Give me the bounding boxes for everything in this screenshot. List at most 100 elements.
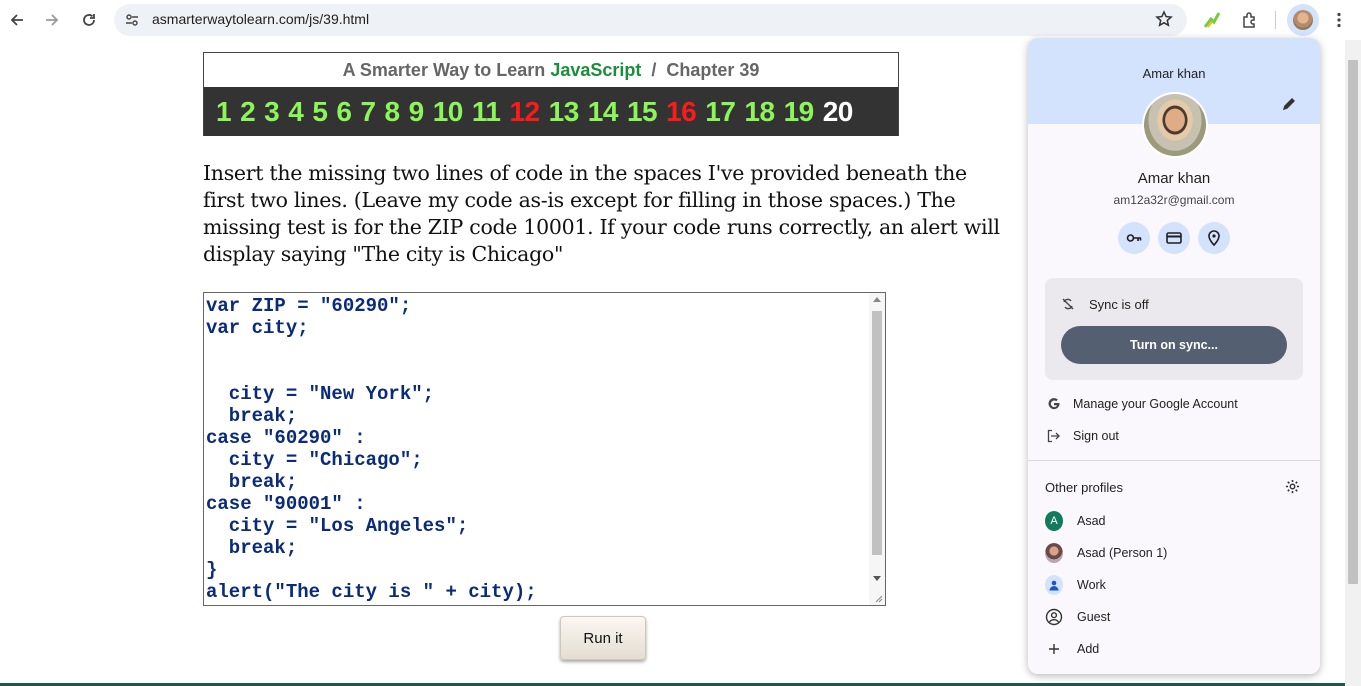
chapter-link-4[interactable]: 4: [288, 96, 304, 128]
exercise-instructions: Insert the missing two lines of code in …: [203, 161, 1000, 266]
chapter-link-12[interactable]: 12: [509, 96, 540, 128]
code-scrollbar[interactable]: [869, 293, 885, 605]
chapter-link-2[interactable]: 2: [240, 96, 256, 128]
profile-item-work[interactable]: Work: [1028, 571, 1320, 599]
chapter-link-8[interactable]: 8: [385, 96, 401, 128]
add-profile-label: Add: [1077, 642, 1100, 656]
arrow-right-icon: [46, 14, 59, 26]
chapter-link-14[interactable]: 14: [588, 96, 619, 128]
photo-avatar-icon: [1045, 543, 1063, 563]
sign-out-item[interactable]: Sign out: [1028, 422, 1320, 450]
scroll-up-arrow-icon[interactable]: [873, 297, 881, 302]
location-pin-icon: [1208, 230, 1220, 247]
kebab-menu-icon: [1337, 12, 1341, 28]
payment-methods-button[interactable]: [1158, 222, 1190, 254]
reload-button[interactable]: [75, 6, 103, 34]
chapter-link-16[interactable]: 16: [666, 96, 697, 128]
sync-card: Sync is off Turn on sync...: [1045, 278, 1303, 380]
add-profile-item[interactable]: Add: [1028, 635, 1320, 663]
code-line: alert("The city is " + city);: [206, 581, 537, 603]
chapter-link-9[interactable]: 9: [409, 96, 425, 128]
code-line: city = "New York";: [206, 383, 435, 405]
address-bar[interactable]: asmarterwaytolearn.com/js/39.html: [114, 4, 1187, 36]
passwords-button[interactable]: [1118, 222, 1150, 254]
url-text: asmarterwaytolearn.com/js/39.html: [152, 11, 370, 27]
turn-on-sync-button[interactable]: Turn on sync...: [1061, 326, 1287, 364]
page-scrollbar[interactable]: [1345, 40, 1361, 686]
manage-google-account-item[interactable]: Manage your Google Account: [1028, 390, 1320, 418]
browser-toolbar: asmarterwaytolearn.com/js/39.html: [0, 0, 1361, 40]
chapter-header: A Smarter Way to Learn JavaScript / Chap…: [203, 52, 899, 136]
arrow-left-icon: [10, 14, 23, 26]
sync-status-text: Sync is off: [1089, 297, 1149, 312]
run-it-button[interactable]: Run it: [560, 616, 646, 660]
plus-icon: [1045, 640, 1063, 658]
code-text[interactable]: var ZIP = "60290"; var city; city = "New …: [206, 295, 537, 603]
credit-card-icon: [1166, 232, 1182, 244]
profile-name: Amar khan: [1137, 170, 1211, 187]
other-profiles-title: Other profiles: [1045, 480, 1124, 495]
title-prefix: A Smarter Way to Learn: [342, 60, 551, 80]
code-line: city = "Chicago";: [206, 449, 423, 471]
code-line: var city;: [206, 317, 309, 339]
profile-avatar: [1142, 92, 1208, 158]
chapter-link-6[interactable]: 6: [336, 96, 352, 128]
code-line: city = "Los Angeles";: [206, 515, 469, 537]
chapter-link-11[interactable]: 11: [472, 96, 501, 128]
key-icon: [1126, 234, 1142, 242]
chapter-link-7[interactable]: 7: [360, 96, 376, 128]
profile-item-asad-person-1[interactable]: Asad (Person 1): [1028, 539, 1320, 567]
chapter-link-10[interactable]: 10: [433, 96, 464, 128]
page-scroll-thumb[interactable]: [1348, 60, 1358, 584]
chapter-link-3[interactable]: 3: [264, 96, 280, 128]
code-scroll-thumb[interactable]: [872, 311, 882, 555]
chapter-link-17[interactable]: 17: [705, 96, 736, 128]
sync-off-icon: [1061, 296, 1075, 315]
gear-icon[interactable]: [1285, 479, 1300, 498]
chapter-title: A Smarter Way to Learn JavaScript / Chap…: [204, 53, 898, 87]
sign-out-icon: [1045, 427, 1063, 445]
scroll-down-arrow-icon[interactable]: [873, 576, 881, 581]
back-button[interactable]: [3, 6, 31, 34]
edit-pencil-icon[interactable]: [1282, 96, 1296, 115]
title-javascript: JavaScript: [550, 60, 642, 80]
profile-item-asad[interactable]: A Asad: [1028, 507, 1320, 535]
reload-icon: [83, 14, 95, 26]
addresses-button[interactable]: [1198, 222, 1230, 254]
person-icon: [1045, 575, 1063, 595]
chapter-link-18[interactable]: 18: [744, 96, 775, 128]
extensions-puzzle-icon[interactable]: [1236, 6, 1264, 34]
toolbar-divider: [1275, 11, 1276, 29]
chapter-link-13[interactable]: 13: [549, 96, 580, 128]
profile-avatar-small: [1293, 10, 1313, 30]
chapter-link-19[interactable]: 19: [784, 96, 815, 128]
code-line: break;: [206, 537, 298, 559]
code-editor-textarea[interactable]: var ZIP = "60290"; var city; city = "New …: [203, 292, 886, 606]
chrome-menu-button[interactable]: [1325, 6, 1353, 34]
profile-button[interactable]: [1287, 4, 1319, 36]
profile-item-label: Asad: [1077, 514, 1106, 528]
code-line: break;: [206, 471, 298, 493]
letter-a-avatar-icon: A: [1045, 511, 1063, 531]
code-line: break;: [206, 405, 298, 427]
bookmark-star-icon[interactable]: [1155, 10, 1173, 32]
profile-menu: Amar khan Amar khan am12a32r@gmail.com S…: [1028, 38, 1320, 674]
profile-item-guest[interactable]: Guest: [1028, 603, 1320, 631]
resize-handle-icon[interactable]: [873, 593, 883, 603]
title-chapter: / Chapter 39: [641, 60, 760, 80]
code-line: case "60290" :: [206, 427, 366, 449]
code-line: var ZIP = "60290";: [206, 295, 412, 317]
extension-chart-icon[interactable]: [1198, 6, 1226, 34]
chapter-link-1[interactable]: 1: [216, 96, 232, 128]
site-settings-icon[interactable]: [124, 12, 140, 32]
profile-item-label: Guest: [1077, 610, 1111, 624]
chapter-link-15[interactable]: 15: [627, 96, 658, 128]
profile-email: am12a32r@gmail.com: [1113, 193, 1235, 207]
chapter-link-5[interactable]: 5: [312, 96, 328, 128]
chapter-link-20[interactable]: 20: [823, 96, 854, 128]
forward-button[interactable]: [38, 6, 66, 34]
manage-account-label: Manage your Google Account: [1073, 397, 1238, 411]
chapter-number-bar: 1 2 3 4 5 6 7 8 9 10 11 12 13 14 15 16 17 18 19 20: [204, 87, 898, 136]
profile-header-name: Amar khan: [1142, 66, 1206, 81]
